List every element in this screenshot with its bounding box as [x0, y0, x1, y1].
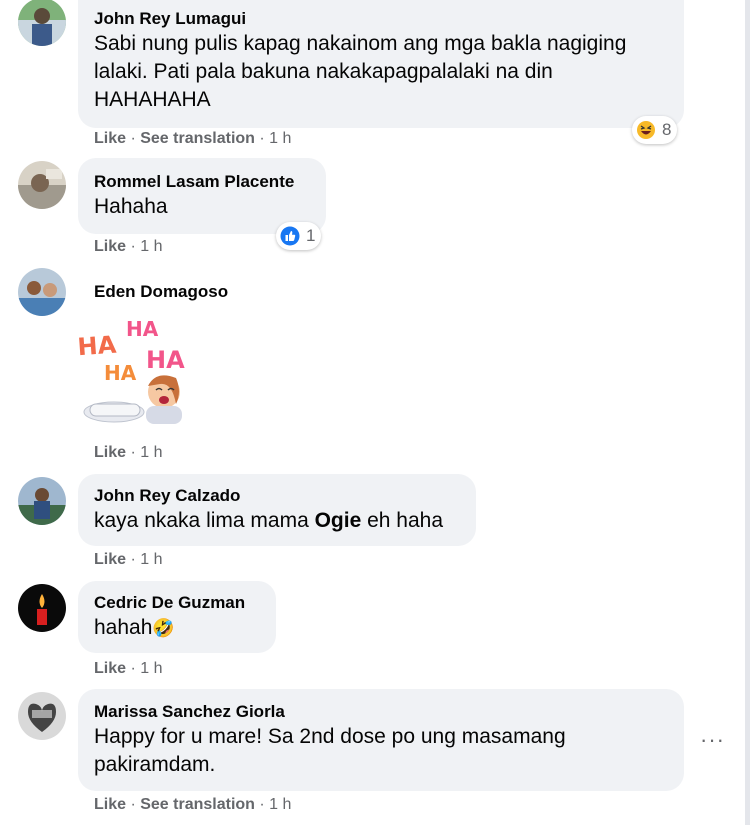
comment-timestamp[interactable]: 1 h: [140, 660, 162, 677]
comment-text: Hahaha: [94, 195, 168, 218]
comment-actions: Like · See translation · 1 h: [94, 796, 292, 813]
comment-author[interactable]: John Rey Lumagui: [94, 8, 668, 30]
comment-text: hahah🤣: [94, 616, 175, 639]
comment-bubble: Cedric De Guzman hahah🤣: [78, 581, 276, 653]
see-translation-link[interactable]: See translation: [140, 130, 255, 147]
reaction-summary[interactable]: 1: [276, 222, 322, 250]
comment-timestamp[interactable]: 1 h: [140, 551, 162, 568]
comment-timestamp[interactable]: 1 h: [140, 238, 162, 255]
comment-actions: Like · 1 h: [94, 551, 163, 568]
comment-author[interactable]: Eden Domagoso: [94, 281, 228, 303]
like-reaction-icon: [280, 226, 300, 246]
sticker-word: HA: [146, 346, 185, 374]
like-link[interactable]: Like: [94, 796, 126, 813]
laughing-sticker-icon: HA HA HA HA: [76, 312, 196, 436]
mention-link[interactable]: Ogie: [315, 509, 362, 532]
avatar[interactable]: [18, 692, 66, 740]
comment-bubble: Marissa Sanchez Giorla Happy for u mare!…: [78, 689, 684, 791]
comment-actions: Like · 1 h: [94, 660, 163, 677]
like-link[interactable]: Like: [94, 130, 126, 147]
reaction-count: 8: [662, 120, 672, 139]
sticker-word: HA: [77, 331, 118, 362]
avatar[interactable]: [18, 477, 66, 525]
sticker-word: HA: [104, 361, 137, 385]
comment-text: kaya nkaka lima mama Ogie eh haha: [94, 509, 444, 532]
haha-reaction-icon: [637, 121, 655, 139]
comment-author[interactable]: Cedric De Guzman: [94, 592, 260, 614]
comment-actions: Like · 1 h: [94, 238, 163, 255]
comment-timestamp[interactable]: 1 h: [269, 796, 291, 813]
rofl-emoji-icon: 🤣: [152, 618, 175, 638]
comment-text: Happy for u mare! Sa 2nd dose po ung mas…: [94, 725, 566, 776]
sticker-word: HA: [126, 317, 159, 341]
more-options-icon[interactable]: ···: [700, 729, 725, 751]
comment-actions: Like · See translation · 1 h: [94, 130, 292, 147]
scrollbar-track: [745, 0, 750, 825]
avatar[interactable]: [18, 161, 66, 209]
comment-bubble: John Rey Calzado kaya nkaka lima mama Og…: [78, 474, 476, 546]
comment-actions: Like · 1 h: [94, 444, 163, 461]
like-link[interactable]: Like: [94, 551, 126, 568]
reaction-count: 1: [306, 226, 316, 245]
like-link[interactable]: Like: [94, 238, 126, 255]
comment-author[interactable]: John Rey Calzado: [94, 485, 460, 507]
avatar[interactable]: [18, 268, 66, 316]
reaction-summary[interactable]: 8: [632, 116, 678, 144]
comment-text: Sabi nung pulis kapag nakainom ang mga b…: [94, 32, 627, 111]
comment-author[interactable]: Marissa Sanchez Giorla: [94, 701, 668, 723]
comment-author[interactable]: Rommel Lasam Placente: [94, 171, 310, 193]
see-translation-link[interactable]: See translation: [140, 796, 255, 813]
avatar[interactable]: [18, 584, 66, 632]
avatar[interactable]: [18, 0, 66, 46]
like-link[interactable]: Like: [94, 444, 126, 461]
like-link[interactable]: Like: [94, 660, 126, 677]
comment-bubble: John Rey Lumagui Sabi nung pulis kapag n…: [78, 0, 684, 128]
comment-timestamp[interactable]: 1 h: [269, 130, 291, 147]
comment-timestamp[interactable]: 1 h: [140, 444, 162, 461]
